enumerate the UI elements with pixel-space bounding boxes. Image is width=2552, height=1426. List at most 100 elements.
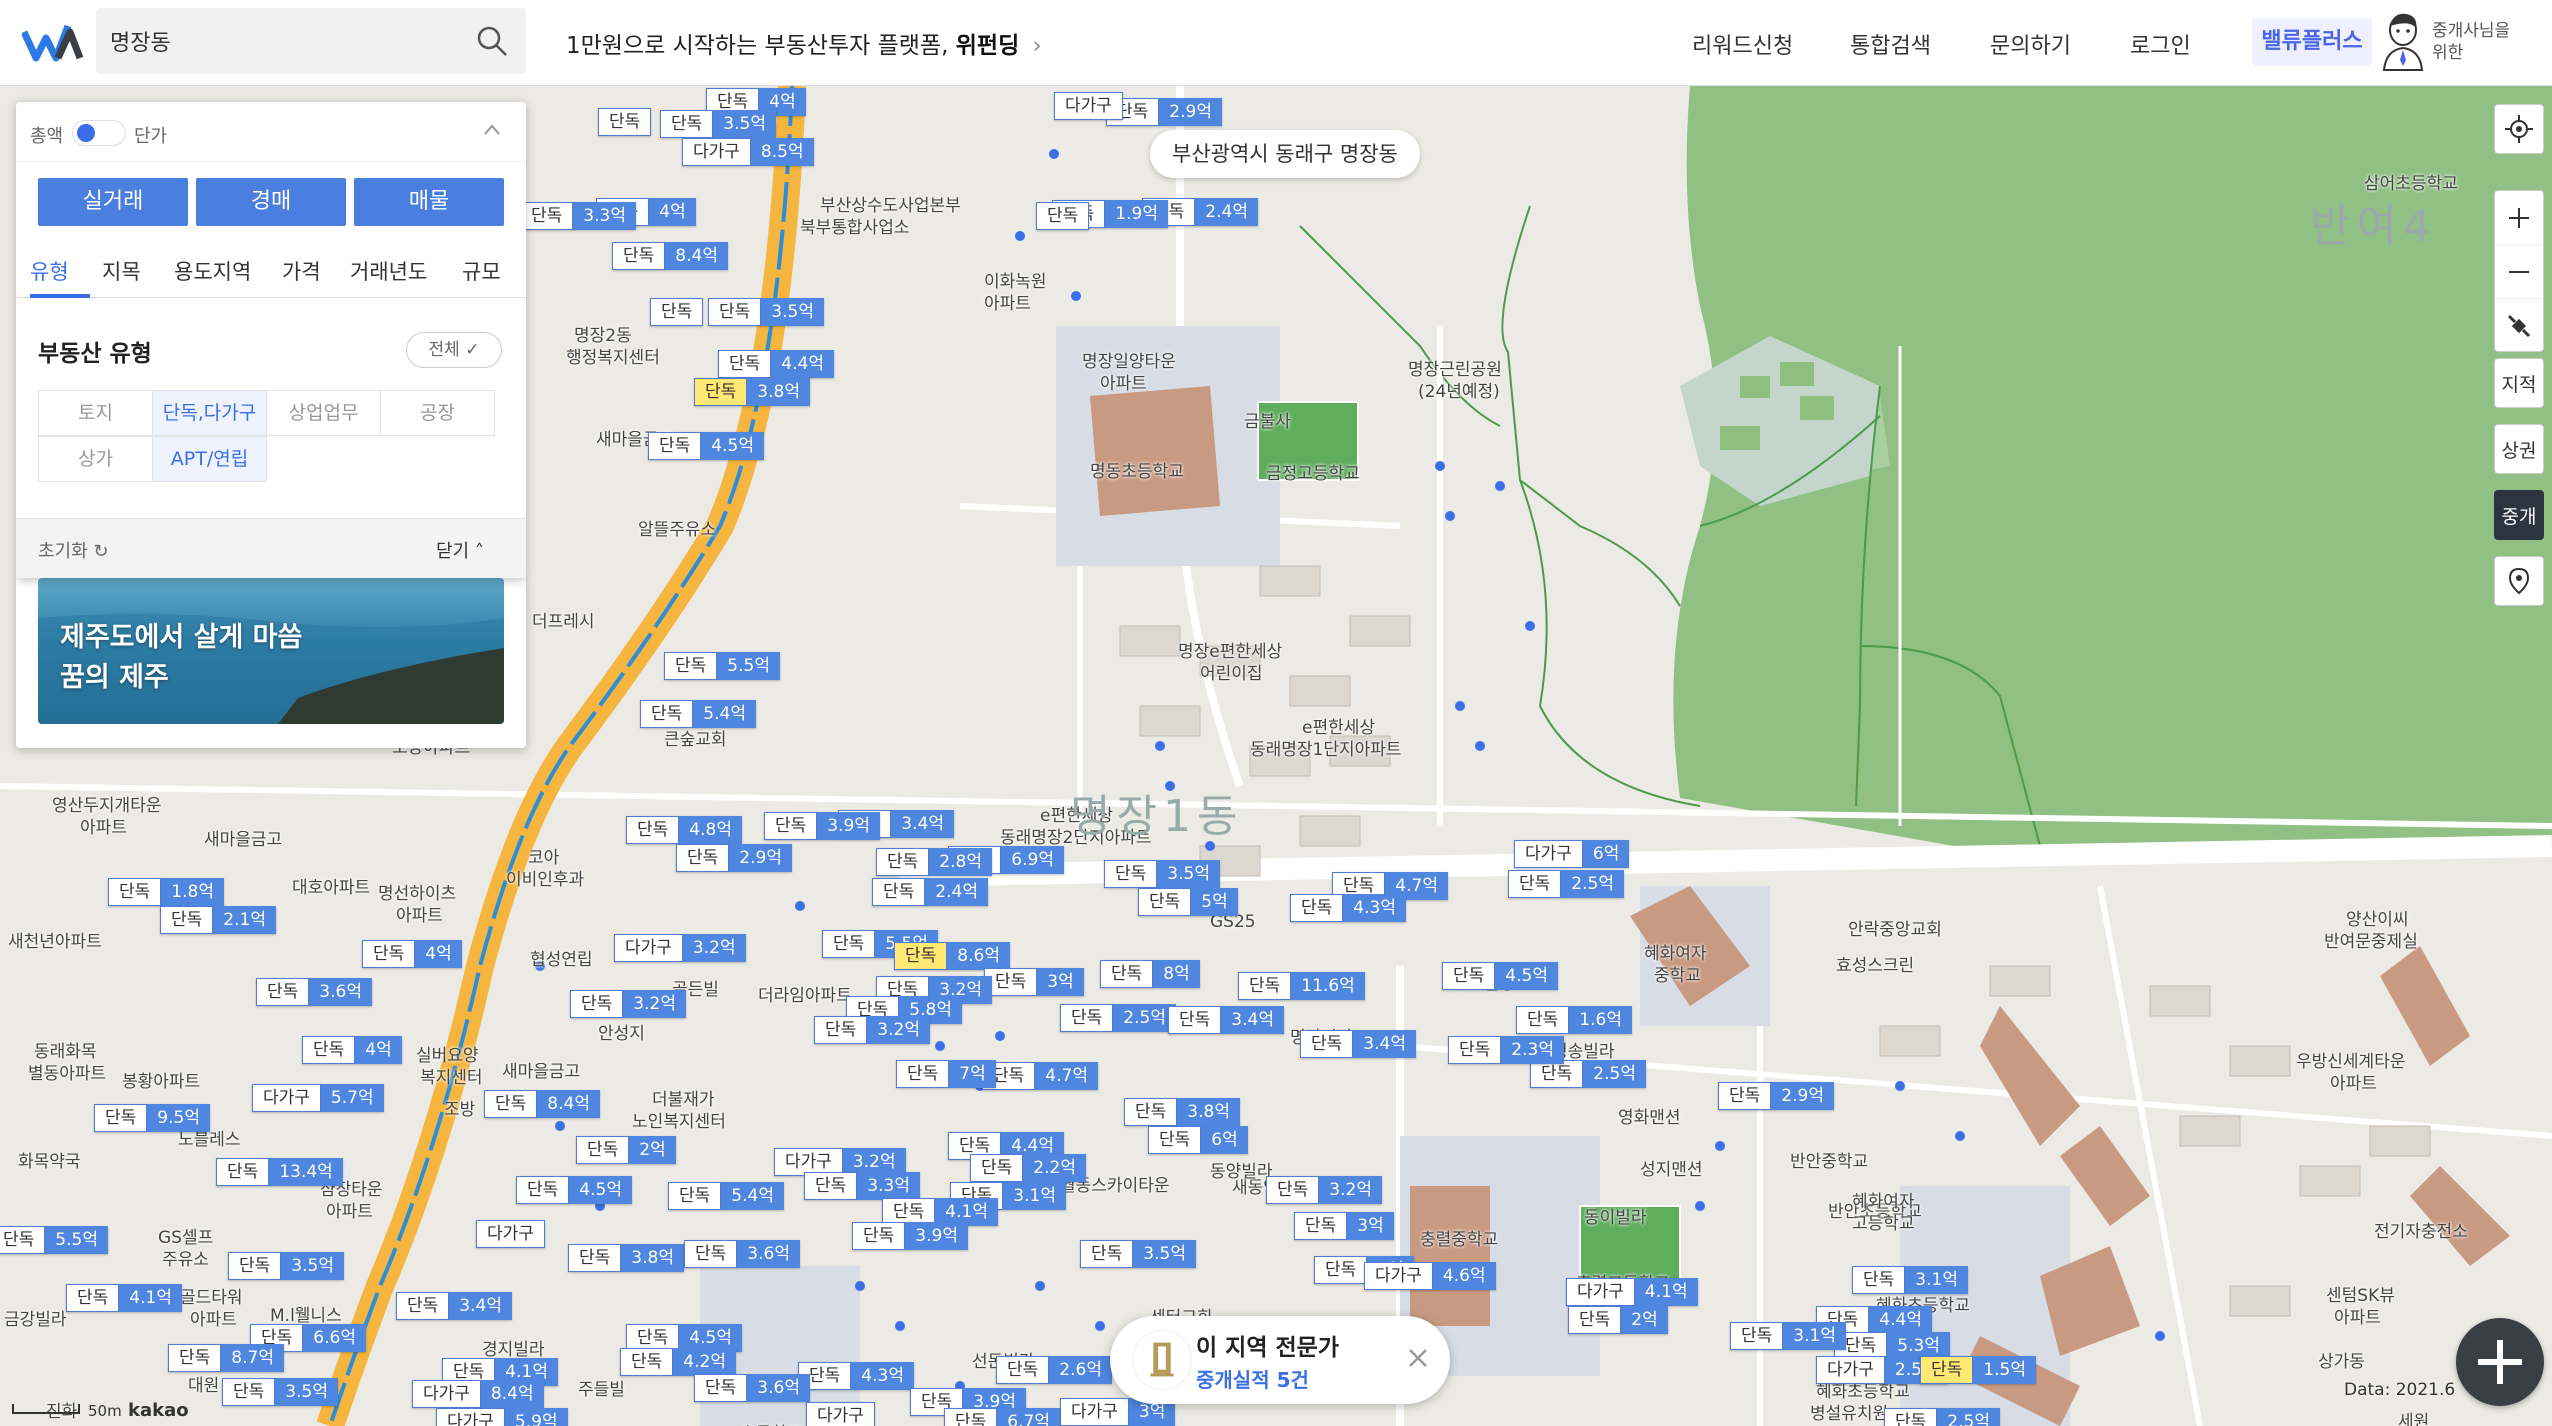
nav-integrated-search[interactable]: 통합검색	[1850, 28, 1931, 60]
price-tag-marker[interactable]: 단독 3.1억	[1852, 1266, 1968, 1294]
price-tag-marker[interactable]: 단독 3.5억	[1080, 1240, 1196, 1268]
select-all-button[interactable]: 전체 ✓	[406, 332, 502, 368]
close-icon[interactable]	[1404, 1344, 1432, 1372]
price-tag-marker[interactable]: 단독 7억	[896, 1060, 996, 1088]
price-tag-marker[interactable]: 단독 4.2억	[620, 1348, 736, 1376]
price-tag-marker[interactable]: 다가구 5.9억	[436, 1408, 568, 1426]
price-tag-marker[interactable]: 단독 8.4억	[484, 1090, 600, 1118]
price-tag-marker[interactable]: 단독 1.5억	[1920, 1356, 2036, 1384]
price-tag-marker[interactable]: 단독	[598, 108, 652, 136]
price-tag-marker[interactable]: 단독4억	[362, 940, 462, 968]
price-tag-marker[interactable]: 단독 3.6억	[256, 978, 372, 1006]
price-tag-marker[interactable]: 단독3.4억	[1300, 1030, 1416, 1058]
reset-button[interactable]: 초기화 ↻	[38, 537, 109, 563]
type-land[interactable]: 토지	[38, 390, 153, 436]
price-tag-marker[interactable]: 단독 2억	[1568, 1306, 1668, 1334]
price-tag-marker[interactable]: 단독	[650, 298, 704, 326]
my-location-button[interactable]	[2494, 104, 2544, 154]
price-tag-marker[interactable]: 단독 2.1억	[160, 906, 276, 934]
satellite-button[interactable]	[2495, 299, 2543, 353]
price-tag-marker[interactable]: 단독3억	[1294, 1212, 1394, 1240]
price-tag-marker[interactable]: 다가구	[1054, 92, 1123, 120]
price-tag-marker[interactable]: 단독 3.9억	[852, 1222, 968, 1250]
price-tag-marker[interactable]: 단독5.5억	[0, 1226, 108, 1254]
tab-zoning[interactable]: 용도지역	[174, 256, 251, 286]
price-tag-marker[interactable]: 단독 1.8억	[108, 878, 224, 906]
price-tag-marker[interactable]: 단독 3.5억	[660, 110, 776, 138]
price-tag-marker[interactable]: 단독 3.5억	[228, 1252, 344, 1280]
price-tag-marker[interactable]: 단독 3.8억	[1124, 1098, 1240, 1126]
price-tag-marker[interactable]: 단독 2.9억	[1718, 1082, 1834, 1110]
price-tag-marker[interactable]: 단독 4.5억	[648, 432, 764, 460]
chevron-up-icon[interactable]	[482, 120, 502, 140]
cadastral-button[interactable]: 지적	[2494, 358, 2544, 408]
price-tag-marker[interactable]: 다가구 4.1억	[1566, 1278, 1698, 1306]
price-tag-marker[interactable]: 단독 5억	[1138, 888, 1238, 916]
price-tag-marker[interactable]: 단독 2.2억	[970, 1154, 1086, 1182]
price-tag-marker[interactable]: 단독 4.1억	[66, 1284, 182, 1312]
price-tag-marker[interactable]: 단독 4.7억	[982, 1062, 1098, 1090]
price-tag-marker[interactable]: 단독 5.4억	[668, 1182, 784, 1210]
price-tag-marker[interactable]: 단독	[1036, 202, 1090, 230]
tab-type[interactable]: 유형	[30, 256, 69, 286]
price-tag-marker[interactable]: 다가구 8.4억	[412, 1380, 544, 1408]
price-tag-marker[interactable]: 단독 2억	[576, 1136, 676, 1164]
price-tag-marker[interactable]: 단독 3.8억	[694, 378, 810, 406]
price-tag-marker[interactable]: 단독 2.3억	[1448, 1036, 1564, 1064]
type-detached-multi[interactable]: 단독,다가구	[152, 390, 267, 436]
price-tag-marker[interactable]: 단독 3.5억	[708, 298, 824, 326]
price-tag-marker[interactable]: 단독 1.6억	[1516, 1006, 1632, 1034]
price-tag-marker[interactable]: 단독 2.4억	[872, 878, 988, 906]
area-expert-popup[interactable]: 이 지역 전문가 중개실적 5건	[1110, 1316, 1450, 1404]
price-tag-marker[interactable]: 단독 11.6억	[1238, 972, 1365, 1000]
price-tag-marker[interactable]: 단독 4.3억	[1290, 894, 1406, 922]
valueplus-button[interactable]: 밸류플러스	[2252, 18, 2372, 66]
price-tag-marker[interactable]: 단독 3.2억	[570, 990, 686, 1018]
price-tag-marker[interactable]: 단독 3.9억	[764, 812, 880, 840]
add-button[interactable]	[2456, 1318, 2544, 1406]
price-tag-marker[interactable]: 단독 8.4억	[612, 242, 728, 270]
price-tag-marker[interactable]: 단독 3.8억	[568, 1244, 684, 1272]
type-store[interactable]: 상가	[38, 436, 153, 482]
price-tag-marker[interactable]: 단독 2.5억	[1530, 1060, 1646, 1088]
nav-reward-request[interactable]: 리워드신청	[1692, 28, 1793, 60]
price-tag-marker[interactable]: 단독5.5억	[664, 652, 780, 680]
price-tag-marker[interactable]: 단독 4.5억	[516, 1176, 632, 1204]
price-tag-marker[interactable]: 다가구 4.6억	[1364, 1262, 1496, 1290]
price-mode-toggle[interactable]	[72, 120, 126, 146]
type-apartment[interactable]: APT/연립	[152, 436, 267, 482]
price-tag-marker[interactable]: 단독 3.6억	[694, 1374, 810, 1402]
price-tag-marker[interactable]: 단독 6억	[1148, 1126, 1248, 1154]
price-tag-marker[interactable]: 단독 5.4억	[640, 700, 756, 728]
price-tag-marker[interactable]: 단독3.4억	[1168, 1006, 1284, 1034]
price-tag-marker[interactable]: 다가구	[476, 1220, 545, 1248]
price-tag-marker[interactable]: 단독 2.5억	[1060, 1004, 1176, 1032]
price-tag-marker[interactable]: 단독 9.5억	[94, 1104, 210, 1132]
nav-login[interactable]: 로그인	[2130, 28, 2191, 60]
place-marker-button[interactable]	[2494, 556, 2544, 606]
broker-button[interactable]: 중개	[2494, 490, 2544, 540]
actual-trade-button[interactable]: 실거래	[38, 178, 188, 226]
tab-price[interactable]: 가격	[282, 256, 321, 286]
price-tag-marker[interactable]: 단독 8.7억	[168, 1344, 284, 1372]
price-tag-marker[interactable]: 단독 3.5억	[1104, 860, 1220, 888]
price-tag-marker[interactable]: 단독 3.1억	[1730, 1322, 1846, 1350]
tab-land-category[interactable]: 지목	[102, 256, 141, 286]
type-factory[interactable]: 공장	[380, 390, 495, 436]
price-tag-marker[interactable]: 단독 3.3억	[804, 1172, 920, 1200]
price-tag-marker[interactable]: 단독 2.9억	[676, 844, 792, 872]
agent-avatar-icon[interactable]	[2380, 10, 2426, 72]
tab-size[interactable]: 규모	[462, 256, 501, 286]
price-tag-marker[interactable]: 단독4억	[302, 1036, 402, 1064]
price-tag-marker[interactable]: 단독 3.5억	[222, 1378, 338, 1406]
search-icon[interactable]	[476, 25, 508, 57]
price-tag-marker[interactable]: 단독 4.4억	[718, 350, 834, 378]
ad-banner[interactable]: 제주도에서 살게 마씀 꿈의 제주	[16, 578, 526, 748]
price-tag-marker[interactable]: 단독 13.4억	[216, 1158, 343, 1186]
price-tag-marker[interactable]: 단독 2.5억	[1884, 1408, 2000, 1426]
tab-trade-year[interactable]: 거래년도	[350, 256, 427, 286]
price-tag-marker[interactable]: 다가구 6억	[1514, 840, 1630, 868]
commercial-district-button[interactable]: 상권	[2494, 424, 2544, 474]
price-tag-marker[interactable]: 다가구	[806, 1402, 875, 1426]
agent-menu-label[interactable]: 중개사님을 위한	[2432, 20, 2542, 64]
